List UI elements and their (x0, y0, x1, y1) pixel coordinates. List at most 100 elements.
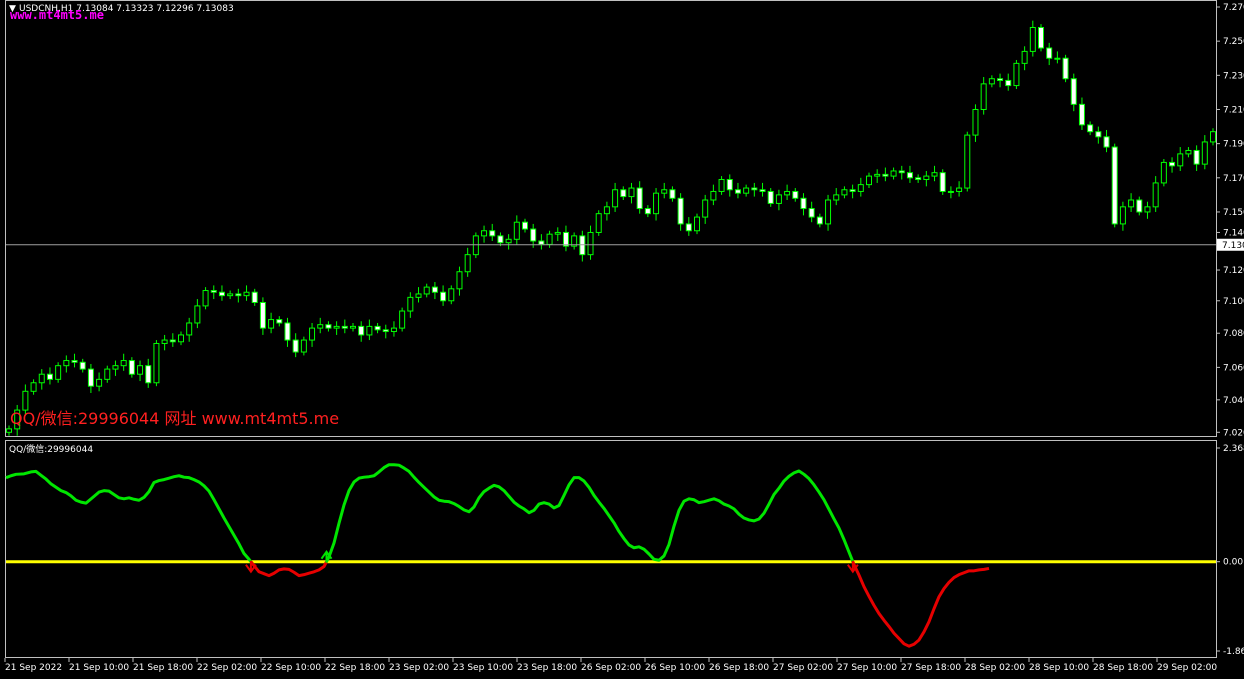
candle-body (522, 221, 528, 230)
candle-body (1013, 62, 1020, 87)
candle-body (390, 327, 397, 333)
price-tick-label: 7.210 (1223, 105, 1244, 115)
candle-body (1029, 26, 1036, 52)
candle-body (46, 373, 53, 380)
time-tick-label: 29 Sep 02:00 (1157, 663, 1217, 673)
candle-body (972, 108, 979, 136)
candle-body (816, 216, 823, 225)
time-tick-label: 21 Sep 2022 (5, 663, 62, 673)
candle-body (284, 322, 291, 341)
candle-body (833, 194, 840, 201)
candle-body (661, 189, 668, 194)
candle-body (325, 324, 332, 329)
candle-body (751, 187, 758, 191)
candle (153, 340, 160, 387)
candle-body (366, 325, 373, 336)
time-tick-label: 27 Sep 10:00 (837, 663, 897, 673)
candle (1062, 54, 1069, 83)
candle-body (1046, 47, 1053, 59)
candle-body (472, 235, 479, 256)
candle-body (292, 339, 299, 353)
candle-body (309, 327, 316, 341)
candle-body (137, 365, 144, 375)
candle-body (538, 240, 545, 245)
candle-body (415, 293, 422, 298)
current-price-label: 7.130 (1222, 241, 1244, 251)
candle-body (767, 190, 774, 204)
candle-body (718, 179, 725, 192)
chart-background (0, 0, 1244, 679)
candle-body (497, 235, 504, 244)
candle-body (653, 192, 660, 215)
candle-body (734, 189, 741, 194)
price-tick-label: 7.120 (1223, 266, 1244, 276)
time-tick-label: 23 Sep 02:00 (389, 663, 449, 673)
candle-body (1087, 124, 1094, 133)
candle (1013, 59, 1020, 89)
candle-body (546, 233, 553, 245)
candle-body (866, 175, 872, 186)
time-tick-label: 27 Sep 02:00 (773, 663, 833, 673)
candle-body (800, 197, 807, 210)
candle-body (628, 187, 635, 198)
candle-body (1070, 78, 1077, 105)
candle (939, 169, 946, 195)
candle-body (276, 319, 283, 324)
candle-body (1193, 149, 1200, 165)
price-tick-label: 7.020 (1223, 428, 1244, 438)
candle-body (22, 390, 29, 411)
candle-body (841, 189, 848, 196)
time-tick-label: 22 Sep 18:00 (325, 663, 385, 673)
time-tick-label: 28 Sep 02:00 (965, 663, 1025, 673)
candle (399, 307, 406, 332)
time-tick-label: 26 Sep 10:00 (645, 663, 705, 673)
price-tick-label: 7.230 (1223, 71, 1244, 81)
candle-body (1210, 131, 1216, 143)
candle-body (956, 187, 963, 192)
candle-body (726, 179, 733, 191)
candle-body (104, 368, 111, 380)
candle-body (1136, 199, 1143, 213)
candle-body (268, 319, 275, 329)
candle-body (677, 197, 684, 225)
candle-body (1054, 57, 1061, 60)
indicator-tick-label: 0.00 (1223, 558, 1243, 568)
candle-body (997, 78, 1004, 81)
time-tick-label: 22 Sep 02:00 (197, 663, 257, 673)
candle-body (481, 230, 488, 237)
candle-body (218, 291, 225, 297)
candle-body (1005, 79, 1012, 87)
price-tick-label: 7.150 (1223, 208, 1244, 218)
candle-body (464, 254, 471, 273)
candle-body (964, 134, 971, 189)
candle-body (235, 293, 242, 297)
time-tick-label: 28 Sep 10:00 (1029, 663, 1089, 673)
candle-body (71, 360, 78, 363)
candle-body (906, 172, 913, 179)
candle-body (1185, 149, 1192, 155)
candle-body (1169, 161, 1176, 167)
price-tick-label: 7.270 (1223, 3, 1244, 13)
time-tick-label: 22 Sep 10:00 (261, 663, 321, 673)
candle-body (350, 325, 356, 329)
candle-body (87, 368, 94, 387)
candle-body (579, 235, 586, 256)
candle-body (38, 373, 45, 384)
time-tick-label: 26 Sep 18:00 (709, 663, 769, 673)
price-tick-label: 7.170 (1223, 174, 1244, 184)
candle-body (669, 189, 676, 199)
candle-body (743, 187, 750, 194)
candle-body (931, 172, 938, 177)
candle-body (505, 238, 512, 244)
candle-body (1201, 141, 1208, 165)
price-tick-label: 7.250 (1223, 37, 1244, 47)
candle-body (694, 216, 700, 232)
candle-body (808, 208, 815, 218)
candle-body (1152, 182, 1159, 208)
candle-body (554, 231, 561, 235)
candle-body (399, 310, 406, 329)
time-tick-label: 21 Sep 10:00 (69, 663, 129, 673)
candle-body (1078, 103, 1085, 126)
candle-body (882, 173, 889, 177)
candle-body (874, 173, 881, 177)
